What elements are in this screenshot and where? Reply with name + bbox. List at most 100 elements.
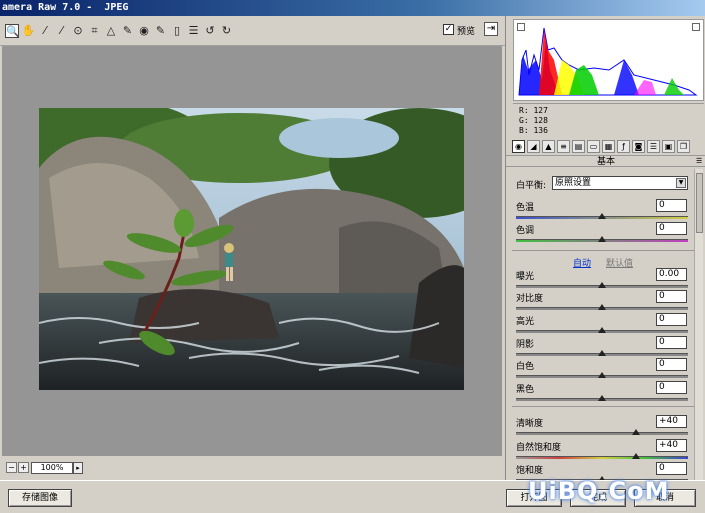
white-balance-value: 原照设置	[555, 178, 592, 188]
spot-removal-icon[interactable]: ✎	[121, 24, 135, 38]
slider-value-input[interactable]: 0	[656, 290, 687, 303]
preview-checkbox[interactable]: ✓	[443, 24, 454, 35]
slider-thumb[interactable]	[598, 395, 606, 401]
panel-scrollbar[interactable]	[694, 169, 703, 480]
slider-label: 阴影	[516, 340, 535, 350]
slider-label: 自然饱和度	[516, 443, 562, 453]
divider	[512, 406, 698, 407]
default-link[interactable]: 默认值	[606, 256, 633, 269]
slider-value-input[interactable]: 0	[656, 313, 687, 326]
rotate-left-icon[interactable]: ↺	[203, 24, 217, 38]
slider-track[interactable]	[516, 327, 688, 333]
slider-label: 饱和度	[516, 466, 544, 476]
panel-tabs: ◉ ◢ ▲ ≡ ▤ ▭ ▦ ƒ ◙ ☰ ▣ ❐	[508, 139, 704, 155]
slider-track[interactable]	[516, 350, 688, 356]
zoom-dropdown-icon[interactable]: ▸	[73, 462, 83, 474]
tab-split-toning-icon[interactable]: ▤	[572, 140, 585, 153]
scrollbar-thumb[interactable]	[696, 173, 703, 233]
tab-lens-icon[interactable]: ▭	[587, 140, 600, 153]
slider-thumb[interactable]	[632, 429, 641, 435]
slider-value-input[interactable]: +40	[656, 439, 687, 452]
tab-presets-icon[interactable]: ☰	[647, 140, 660, 153]
auto-link[interactable]: 自动	[573, 256, 591, 269]
slider-track[interactable]	[516, 282, 688, 288]
status-bar: − + 100% ▸	[2, 458, 502, 478]
slider-track[interactable]	[516, 304, 688, 310]
tab-hsl-icon[interactable]: ≡	[557, 140, 570, 153]
slider-label: 色温	[516, 203, 535, 213]
tab-camera-calibration-icon[interactable]: ◙	[632, 140, 645, 153]
slider-thumb[interactable]	[632, 453, 641, 459]
target-adjust-icon[interactable]: ⊙	[71, 24, 85, 38]
slider-label: 清晰度	[516, 419, 544, 429]
slider-label: 对比度	[516, 294, 544, 304]
slider-track[interactable]	[516, 453, 688, 459]
white-balance-select[interactable]: 原照设置 ▼	[552, 176, 688, 190]
divider	[512, 250, 698, 251]
tab-basic-icon[interactable]: ◉	[512, 140, 525, 153]
slider-track[interactable]	[516, 372, 688, 378]
preferences-icon[interactable]: ☰	[187, 24, 201, 38]
slider-track[interactable]	[516, 213, 688, 219]
slider-thumb[interactable]	[598, 327, 606, 333]
tab-snapshots-icon[interactable]: ▣	[662, 140, 675, 153]
slider-track[interactable]	[516, 429, 688, 435]
color-sampler-icon[interactable]: ⁄	[55, 24, 69, 38]
histogram	[513, 19, 704, 101]
slider-thumb[interactable]	[598, 304, 606, 310]
rgb-readout: R: 127 G: 128 B: 136	[513, 103, 704, 138]
white-balance-label: 白平衡:	[516, 181, 547, 191]
slider-value-input[interactable]: 0	[656, 222, 687, 235]
tab-effects-icon[interactable]: ▦	[602, 140, 615, 153]
straighten-icon[interactable]: △	[104, 24, 118, 38]
panel-menu-icon[interactable]: ☰	[696, 157, 704, 165]
zoom-level[interactable]: 100%	[31, 462, 73, 474]
readout-blue: B: 136	[519, 126, 548, 135]
preview-image	[39, 108, 464, 390]
shadow-clip-warning-icon[interactable]	[517, 23, 525, 31]
slider-label: 曝光	[516, 272, 535, 282]
white-balance-icon[interactable]: ⁄	[38, 24, 52, 38]
hand-icon[interactable]: ✋	[22, 24, 36, 38]
zoom-out-button[interactable]: −	[6, 462, 17, 473]
adjustment-brush-icon[interactable]: ✎	[154, 24, 168, 38]
toolbar: 🔍 ✋ ⁄ ⁄ ⊙ ⌗ △ ✎ ◉ ✎ ▯ ☰ ↺ ↻ ✓ 预览 ⇥	[0, 16, 505, 46]
slider-thumb[interactable]	[598, 213, 606, 219]
slider-label: 黑色	[516, 385, 535, 395]
slider-thumb[interactable]	[598, 372, 606, 378]
slider-value-input[interactable]: 0	[656, 381, 687, 394]
panel-title: 基本	[506, 155, 705, 167]
photo-rendering	[39, 108, 464, 390]
highlight-clip-warning-icon[interactable]	[692, 23, 700, 31]
tab-detail-icon[interactable]: ▲	[542, 140, 555, 153]
slider-track[interactable]	[516, 236, 688, 242]
slider-thumb[interactable]	[598, 282, 606, 288]
save-image-button[interactable]: 存储图像	[8, 489, 72, 507]
zoom-icon[interactable]: 🔍	[5, 24, 20, 38]
settings-panel: R: 127 G: 128 B: 136 ◉ ◢ ▲ ≡ ▤ ▭ ▦ ƒ ◙ ☰…	[505, 16, 705, 482]
rotate-right-icon[interactable]: ↻	[220, 24, 234, 38]
slider-label: 白色	[516, 362, 535, 372]
tab-fx-icon[interactable]: ƒ	[617, 140, 630, 153]
slider-value-input[interactable]: 0	[656, 199, 687, 212]
tab-tone-curve-icon[interactable]: ◢	[527, 140, 540, 153]
tab-copy-icon[interactable]: ❐	[677, 140, 690, 153]
preview-label: 预览	[457, 27, 476, 37]
fullscreen-icon[interactable]: ⇥	[484, 22, 498, 36]
slider-label: 高光	[516, 317, 535, 327]
slider-value-input[interactable]: 0	[656, 336, 687, 349]
slider-value-input[interactable]: 0.00	[656, 268, 687, 281]
graduated-filter-icon[interactable]: ▯	[170, 24, 184, 38]
zoom-in-button[interactable]: +	[18, 462, 29, 473]
histogram-graph	[518, 27, 698, 96]
slider-value-input[interactable]: 0	[656, 462, 687, 475]
slider-thumb[interactable]	[598, 350, 606, 356]
slider-value-input[interactable]: 0	[656, 358, 687, 371]
slider-value-input[interactable]: +40	[656, 415, 687, 428]
red-eye-icon[interactable]: ◉	[137, 24, 151, 38]
slider-label: 色调	[516, 226, 535, 236]
slider-track[interactable]	[516, 395, 688, 401]
slider-thumb[interactable]	[598, 236, 606, 242]
crop-icon[interactable]: ⌗	[88, 24, 102, 38]
readout-red: R: 127	[519, 106, 548, 115]
